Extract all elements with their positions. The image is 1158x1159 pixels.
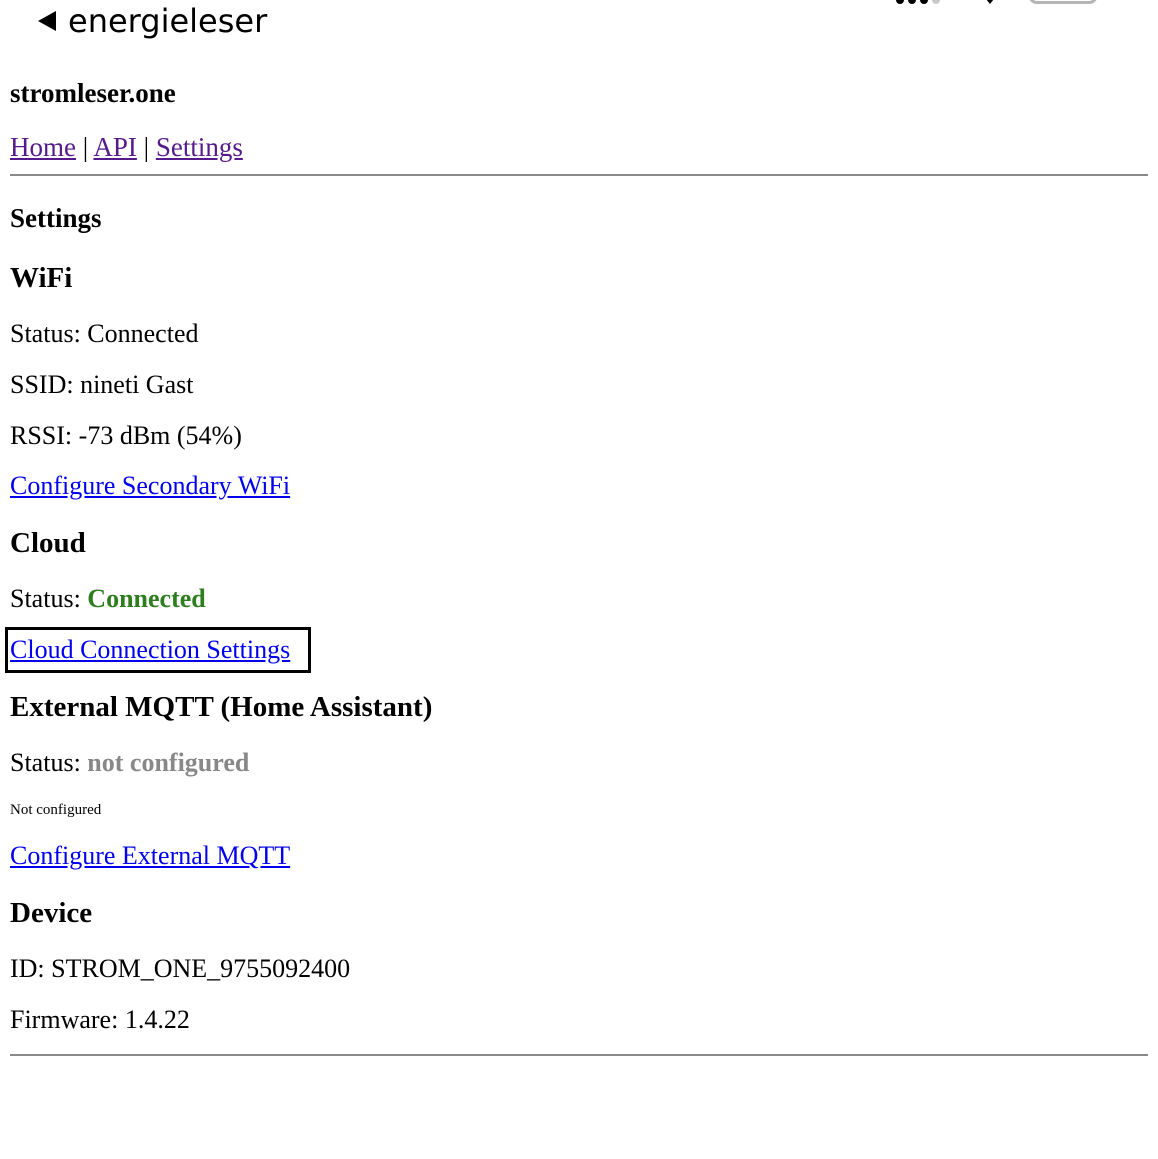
- wifi-heading: WiFi: [10, 262, 73, 294]
- wifi-status-label: Status:: [10, 319, 81, 348]
- site-title: stromleser.one: [10, 78, 176, 108]
- wifi-configure-row: Configure Secondary WiFi: [10, 471, 290, 501]
- device-id-label: ID:: [10, 954, 45, 983]
- cloud-status-label: Status:: [10, 584, 81, 613]
- wifi-status: Status: Connected: [10, 319, 198, 349]
- wifi-rssi-label: RSSI:: [10, 421, 73, 450]
- mqtt-configure-row: Configure External MQTT: [10, 841, 290, 871]
- wifi-rssi: RSSI: -73 dBm (54%): [10, 421, 242, 451]
- mqtt-note: Not configured: [10, 802, 102, 818]
- wifi-signal-icon: [982, 0, 998, 4]
- battery-icon: [1028, 0, 1098, 4]
- top-nav: Home | API | Settings: [10, 132, 243, 163]
- back-app-label: energieleser: [68, 2, 268, 40]
- ios-status-bar: energieleser: [0, 0, 1158, 48]
- mqtt-heading: External MQTT (Home Assistant): [10, 691, 433, 723]
- cloud-settings-row: Cloud Connection Settings: [10, 635, 290, 665]
- nav-separator: |: [82, 132, 89, 162]
- wifi-status-value: Connected: [87, 319, 199, 348]
- device-firmware-value: 1.4.22: [124, 1005, 190, 1034]
- cloud-heading: Cloud: [10, 527, 86, 559]
- device-id-value: STROM_ONE_9755092400: [51, 954, 351, 983]
- nav-link-home[interactable]: Home: [10, 132, 76, 162]
- wifi-rssi-value: -73 dBm (54%): [78, 421, 242, 450]
- wifi-ssid-value: nineti Gast: [80, 370, 194, 399]
- wifi-ssid: SSID: nineti Gast: [10, 370, 193, 400]
- back-to-app-button[interactable]: energieleser: [38, 2, 267, 40]
- cellular-signal-icon: [896, 0, 940, 4]
- configure-external-mqtt-link[interactable]: Configure External MQTT: [10, 841, 290, 870]
- cloud-status: Status: Connected: [10, 584, 206, 614]
- nav-link-settings[interactable]: Settings: [156, 132, 243, 162]
- device-id: ID: STROM_ONE_9755092400: [10, 954, 350, 984]
- divider-bottom: [10, 1054, 1148, 1056]
- device-heading: Device: [10, 897, 93, 929]
- device-firmware: Firmware: 1.4.22: [10, 1005, 190, 1035]
- cloud-connection-settings-link[interactable]: Cloud Connection Settings: [10, 635, 290, 664]
- mqtt-status-label: Status:: [10, 748, 81, 777]
- nav-link-api[interactable]: API: [93, 132, 137, 162]
- configure-secondary-wifi-link[interactable]: Configure Secondary WiFi: [10, 471, 290, 500]
- mqtt-status: Status: not configured: [10, 748, 249, 778]
- divider-top: [10, 174, 1148, 176]
- back-arrow-icon: [38, 11, 56, 31]
- wifi-ssid-label: SSID:: [10, 370, 74, 399]
- device-firmware-label: Firmware:: [10, 1005, 119, 1034]
- cloud-status-value: Connected: [87, 584, 206, 613]
- nav-separator: |: [143, 132, 150, 162]
- mqtt-status-value: not configured: [87, 748, 250, 777]
- page-title: Settings: [10, 203, 102, 233]
